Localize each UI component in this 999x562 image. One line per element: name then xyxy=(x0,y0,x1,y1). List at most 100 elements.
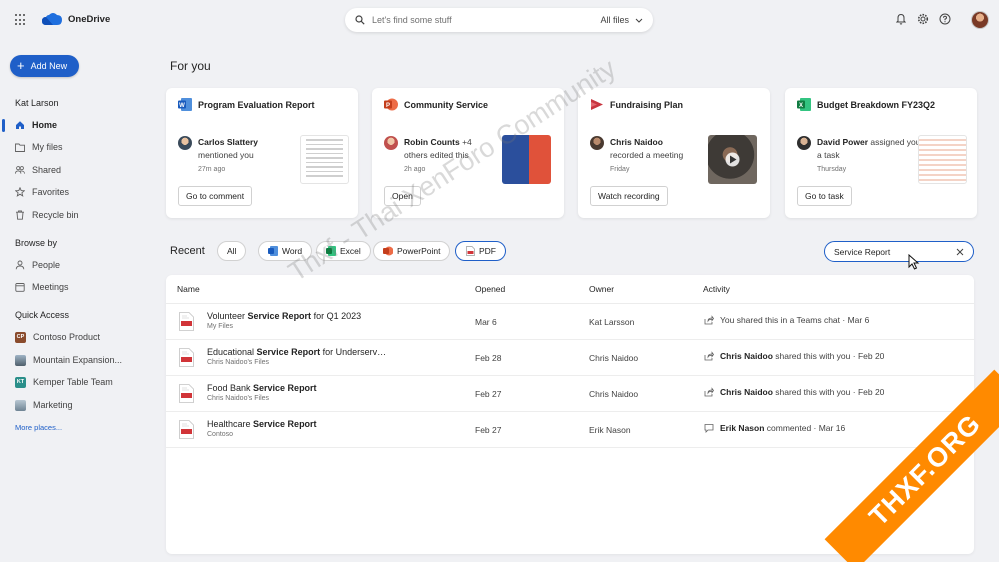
for-you-card[interactable]: P Community Service Robin Counts +4 othe… xyxy=(372,88,564,218)
app-launcher-icon[interactable] xyxy=(15,14,27,26)
sidebar-item-home[interactable]: Home xyxy=(15,117,57,133)
activity-text: mentioned you xyxy=(198,150,254,160)
for-you-card[interactable]: Fundraising Plan Chris Naidoo recorded a… xyxy=(578,88,770,218)
sidebar-item-people[interactable]: People xyxy=(15,257,60,273)
help-icon[interactable] xyxy=(939,12,951,26)
user-avatar[interactable] xyxy=(971,11,989,29)
share-icon xyxy=(704,315,714,325)
search-box[interactable]: Let's find some stuff All files xyxy=(345,8,653,32)
filter-word[interactable]: Word xyxy=(258,241,313,261)
person-icon xyxy=(15,260,25,270)
go-to-comment-button[interactable]: Go to comment xyxy=(178,186,253,206)
column-header-opened[interactable]: Opened xyxy=(475,284,505,294)
for-you-card[interactable]: X Budget Breakdown FY23Q2 David Power as… xyxy=(785,88,977,218)
table-row[interactable]: Volunteer Service Report for Q1 2023 My … xyxy=(166,304,974,340)
sidebar-item-my-files[interactable]: My files xyxy=(15,139,63,155)
card-activity: Chris Naidoo recorded a meeting Friday xyxy=(610,136,720,176)
card-activity: Carlos Slattery mentioned you 27m ago xyxy=(198,136,308,176)
pdf-file-icon xyxy=(179,348,194,367)
card-activity: David Power assigned you a task Thursday xyxy=(817,136,927,176)
person-avatar xyxy=(384,136,398,150)
filter-label: PowerPoint xyxy=(397,246,441,256)
file-name[interactable]: Healthcare Service Report xyxy=(207,419,317,429)
share-icon xyxy=(704,387,714,397)
brand[interactable]: OneDrive xyxy=(41,12,110,26)
search-scope-dropdown[interactable]: All files xyxy=(600,15,629,25)
sidebar: + Add New Kat Larson Home My files Share… xyxy=(0,40,150,562)
bell-icon[interactable] xyxy=(895,12,907,26)
pdf-file-icon xyxy=(179,384,194,403)
add-new-button[interactable]: + Add New xyxy=(10,55,79,77)
person-name: Carlos Slattery xyxy=(198,137,258,147)
play-icon[interactable] xyxy=(708,135,757,184)
table-row[interactable]: Food Bank Service Report Chris Naidoo's … xyxy=(166,376,974,412)
file-location: Contoso xyxy=(207,431,234,438)
more-places-link[interactable]: More places... xyxy=(15,423,62,432)
column-header-activity[interactable]: Activity xyxy=(703,284,730,294)
activity-text: You shared this in a Teams chat · Mar 6 xyxy=(720,315,870,325)
filter-input[interactable]: Service Report xyxy=(824,241,974,262)
person-name: David Power xyxy=(817,137,869,147)
quick-access-contoso-product[interactable]: CP Contoso Product xyxy=(15,329,100,345)
close-icon[interactable] xyxy=(956,248,964,256)
sidebar-item-meetings[interactable]: Meetings xyxy=(15,279,69,295)
chevron-down-icon[interactable] xyxy=(635,18,643,23)
user-name: Kat Larson xyxy=(15,98,59,108)
sidebar-item-label: Kemper Table Team xyxy=(33,377,113,387)
filter-excel[interactable]: Excel xyxy=(316,241,371,261)
filter-input-value[interactable]: Service Report xyxy=(834,247,956,257)
filter-label: PDF xyxy=(479,246,496,256)
stream-video-icon xyxy=(591,99,603,110)
filter-powerpoint[interactable]: PowerPoint xyxy=(373,241,451,261)
file-name[interactable]: Educational Service Report for Underserv… xyxy=(207,347,387,357)
column-header-name[interactable]: Name xyxy=(177,284,200,294)
calendar-icon xyxy=(15,282,25,292)
activity-time: Friday xyxy=(610,166,630,173)
sidebar-item-favorites[interactable]: Favorites xyxy=(15,184,69,200)
sidebar-item-recycle-bin[interactable]: Recycle bin xyxy=(15,207,79,223)
site-badge: KT xyxy=(15,376,26,388)
go-to-task-button[interactable]: Go to task xyxy=(797,186,852,206)
card-title: Community Service xyxy=(404,100,489,110)
video-thumbnail[interactable] xyxy=(708,135,757,184)
comment-icon xyxy=(704,424,714,433)
card-title: Fundraising Plan xyxy=(610,100,684,110)
quick-access-kemper-table-team[interactable]: KT Kemper Table Team xyxy=(15,374,113,390)
person-avatar xyxy=(590,136,604,150)
star-icon xyxy=(15,187,25,197)
activity-actor[interactable]: Erik Nason xyxy=(720,423,764,433)
sidebar-item-label: Marketing xyxy=(33,400,73,410)
top-bar: OneDrive Let's find some stuff All files xyxy=(0,0,999,40)
sidebar-item-shared[interactable]: Shared xyxy=(15,162,61,178)
sidebar-item-label: Shared xyxy=(32,165,62,175)
open-button[interactable]: Open xyxy=(384,186,421,206)
excel-file-icon: X xyxy=(797,98,811,111)
column-header-owner[interactable]: Owner xyxy=(589,284,614,294)
opened-date: Feb 28 xyxy=(475,353,502,363)
filter-all[interactable]: All xyxy=(217,241,247,261)
filter-label: All xyxy=(227,246,237,256)
owner-name: Chris Naidoo xyxy=(589,353,639,363)
activity-actor[interactable]: Chris Naidoo xyxy=(720,387,773,397)
for-you-card[interactable]: W Program Evaluation Report Carlos Slatt… xyxy=(166,88,358,218)
file-location: My Files xyxy=(207,323,234,330)
extra-count: +4 xyxy=(462,137,472,147)
filter-pdf[interactable]: PDF xyxy=(455,241,506,261)
gear-icon[interactable] xyxy=(917,12,929,26)
file-name[interactable]: Food Bank Service Report xyxy=(207,383,317,393)
opened-date: Mar 6 xyxy=(475,317,497,327)
sidebar-item-label: Contoso Product xyxy=(33,332,101,342)
quick-access-marketing[interactable]: Marketing xyxy=(15,397,73,413)
person-avatar xyxy=(797,136,811,150)
search-input[interactable]: Let's find some stuff xyxy=(372,15,600,25)
activity-cell: You shared this in a Teams chat · Mar 6 xyxy=(704,315,869,325)
quick-access-mountain-expansion[interactable]: Mountain Expansion... xyxy=(15,352,122,368)
activity-actor[interactable]: Chris Naidoo xyxy=(720,351,773,361)
file-name[interactable]: Volunteer Service Report for Q1 2023 xyxy=(207,311,361,321)
table-row[interactable]: Healthcare Service Report Contoso Feb 27… xyxy=(166,412,974,448)
watch-recording-button[interactable]: Watch recording xyxy=(590,186,668,206)
onedrive-cloud-icon xyxy=(42,13,62,25)
table-row[interactable]: Educational Service Report for Underserv… xyxy=(166,340,974,376)
filter-label: Word xyxy=(282,246,303,256)
activity-cell: Chris Naidoo shared this with you · Feb … xyxy=(704,351,884,361)
